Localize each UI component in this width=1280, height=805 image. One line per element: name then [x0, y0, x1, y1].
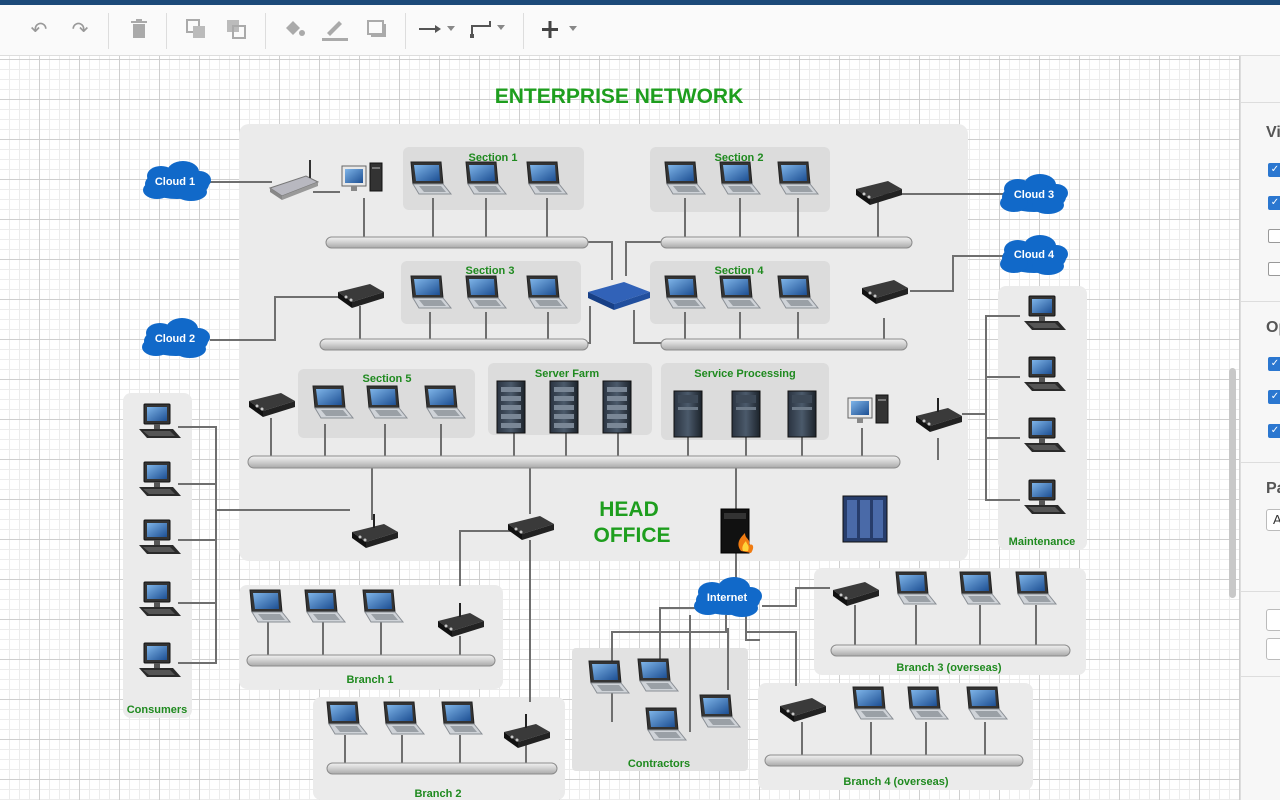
panel-button[interactable]	[1266, 638, 1280, 660]
mainframe-icon[interactable]	[842, 495, 888, 543]
bus-row2-left	[319, 338, 589, 351]
toolbar-separator	[108, 13, 109, 49]
server-rack-icon[interactable]	[496, 380, 526, 434]
panel-divider	[1241, 462, 1280, 463]
undo-icon[interactable]: ↶	[23, 13, 55, 45]
bus-branch3	[830, 644, 1071, 657]
cloud4-label: Cloud 4	[1014, 249, 1055, 261]
toolbar-separator	[166, 13, 167, 49]
section1-label: Section 1	[469, 152, 518, 164]
panel-divider	[1241, 301, 1280, 302]
panel-checkbox[interactable]: ✓	[1268, 163, 1280, 177]
panel-checkbox[interactable]: ✓	[1268, 390, 1280, 404]
toolbar-separator	[405, 13, 406, 49]
bus-row1-right	[660, 236, 913, 249]
paper-size-select[interactable]: A	[1266, 509, 1280, 531]
toolbar-separator	[265, 13, 266, 49]
consumers-label: Consumers	[127, 704, 188, 716]
panel-heading-options: Op	[1266, 319, 1280, 336]
firewall-icon[interactable]	[720, 508, 754, 554]
panel-checkbox[interactable]: ✓	[1268, 357, 1280, 371]
server-tower-icon[interactable]	[787, 390, 817, 438]
delete-icon[interactable]	[123, 13, 155, 45]
cloud1-label: Cloud 1	[155, 176, 195, 188]
fill-color-icon[interactable]	[278, 13, 310, 45]
server-rack-icon[interactable]	[602, 380, 632, 434]
diagram-title: ENTERPRISE NETWORK	[495, 85, 744, 108]
panel-divider	[1241, 102, 1280, 103]
line-color-icon[interactable]	[319, 13, 351, 45]
panel-divider	[1241, 591, 1280, 592]
toolbar-separator	[523, 13, 524, 49]
section4-label: Section 4	[715, 265, 765, 277]
cloud2-label: Cloud 2	[155, 333, 195, 345]
server-tower-icon[interactable]	[673, 390, 703, 438]
panel-checkbox[interactable]: ✓	[1268, 196, 1280, 210]
format-panel: Vi ✓ ✓ Op ✓ ✓ ✓ Pa A	[1240, 56, 1280, 800]
head-office-label-line2: OFFICE	[594, 524, 671, 547]
bus-row2-right	[660, 338, 908, 351]
panel-divider	[1241, 676, 1280, 677]
section3-label: Section 3	[466, 265, 515, 277]
panel-heading-paper: Pa	[1266, 480, 1280, 497]
internet-label: Internet	[707, 592, 748, 604]
to-front-icon[interactable]	[180, 13, 212, 45]
panel-checkbox[interactable]	[1268, 229, 1280, 243]
maintenance-label: Maintenance	[1009, 536, 1076, 548]
bus-branch4	[764, 754, 1024, 767]
bus-branch2	[326, 762, 558, 775]
panel-heading-view: Vi	[1266, 124, 1280, 141]
server-tower-icon[interactable]	[731, 390, 761, 438]
head-office-label-line1: HEAD	[599, 498, 659, 521]
panel-checkbox[interactable]: ✓	[1268, 424, 1280, 438]
section2-label: Section 2	[715, 152, 764, 164]
bus-branch1	[246, 654, 496, 667]
bus-row1-left	[325, 236, 589, 249]
server-rack-icon[interactable]	[549, 380, 579, 434]
server-farm-label: Server Farm	[535, 368, 599, 380]
to-back-icon[interactable]	[220, 13, 252, 45]
panel-button[interactable]	[1266, 609, 1280, 631]
redo-icon[interactable]: ↷	[64, 13, 96, 45]
insert-icon[interactable]	[535, 13, 581, 45]
shadow-icon[interactable]	[361, 13, 393, 45]
contractors-label: Contractors	[628, 758, 690, 770]
toolbar: ↶ ↷	[0, 5, 1280, 56]
panel-checkbox[interactable]	[1268, 262, 1280, 276]
branch3-label: Branch 3 (overseas)	[896, 662, 1001, 674]
cloud3-label: Cloud 3	[1014, 189, 1054, 201]
bus-main	[247, 455, 901, 469]
service-processing-label: Service Processing	[694, 368, 796, 380]
network-diagram: ENTERPRISE NETWORK HEAD OFFICE Cloud 1 C…	[123, 85, 1087, 800]
section5-label: Section 5	[363, 373, 412, 385]
connection-arrow-icon[interactable]	[416, 13, 458, 45]
vertical-scrollbar[interactable]	[1229, 368, 1236, 598]
branch4-label: Branch 4 (overseas)	[843, 776, 948, 788]
waypoints-icon[interactable]	[467, 13, 509, 45]
branch1-label: Branch 1	[346, 674, 393, 686]
diagram-canvas[interactable]: ENTERPRISE NETWORK HEAD OFFICE Cloud 1 C…	[0, 56, 1240, 800]
branch2-label: Branch 2	[414, 788, 461, 800]
